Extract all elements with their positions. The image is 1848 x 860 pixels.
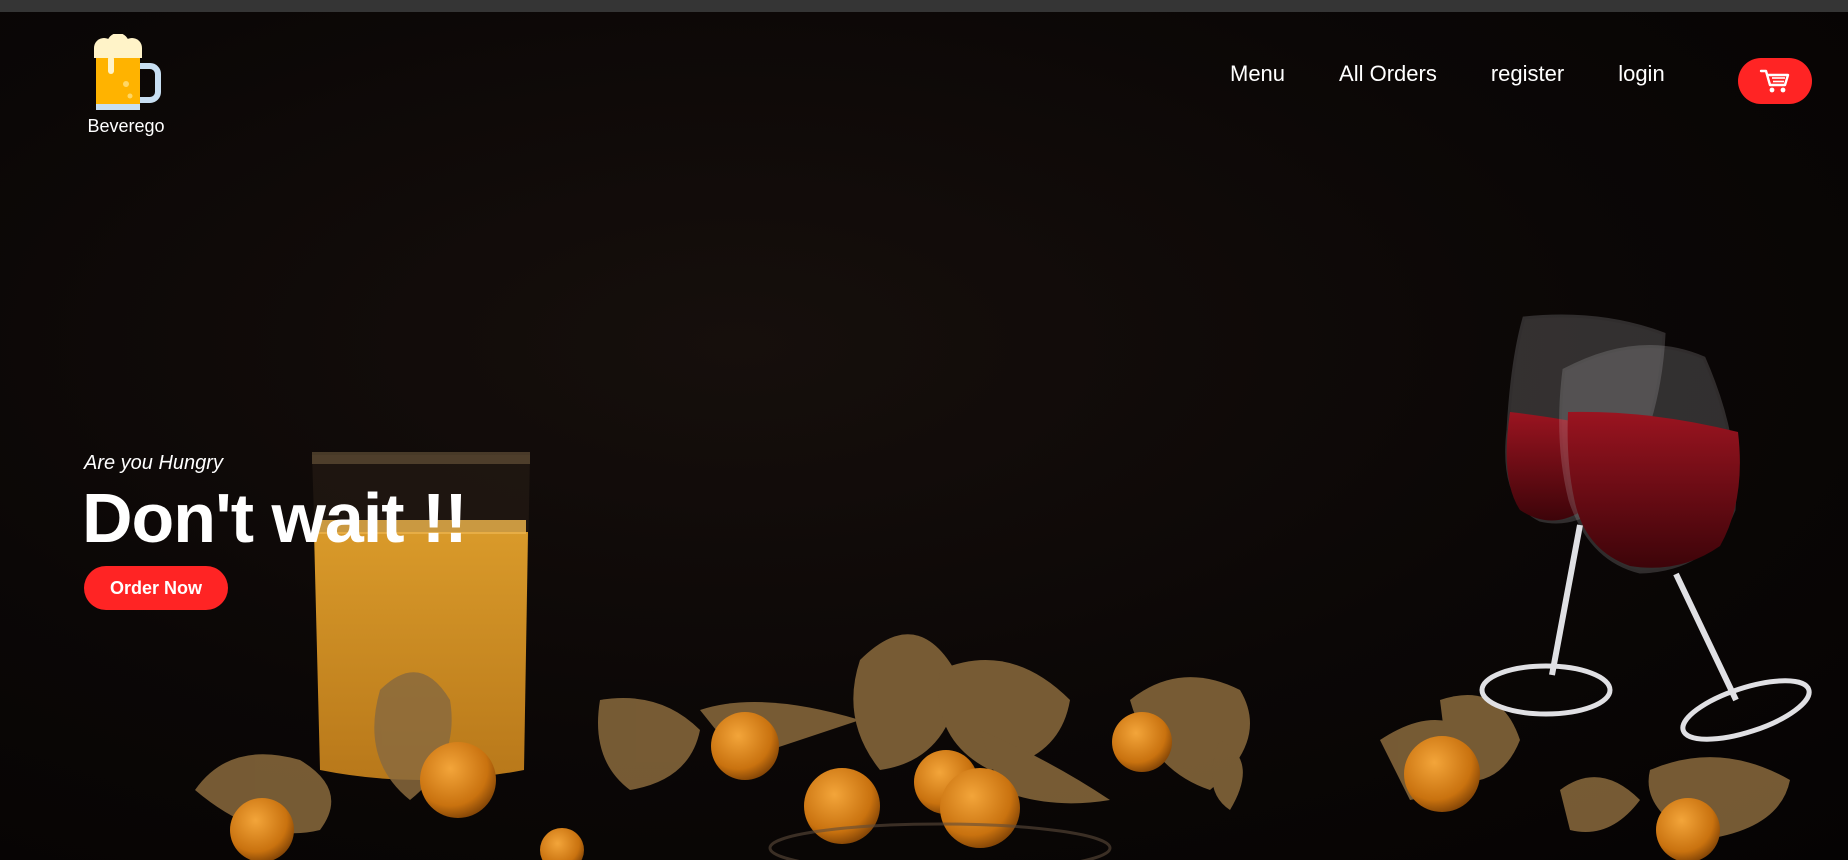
physalis-berries — [230, 712, 1720, 860]
landing-page: Beverego Menu All Orders register login … — [0, 0, 1848, 860]
nav-item-register[interactable]: register — [1491, 61, 1564, 87]
nav-item-menu[interactable]: Menu — [1230, 61, 1285, 87]
physalis-husks — [195, 634, 1790, 840]
cart-button[interactable] — [1738, 58, 1812, 104]
nav-item-login[interactable]: login — [1618, 61, 1664, 87]
order-now-button[interactable]: Order Now — [84, 566, 228, 610]
main-nav: Menu All Orders register login — [1230, 58, 1719, 90]
brand-name: Beverego — [87, 116, 165, 136]
browser-top-bar — [0, 0, 1848, 12]
shopping-cart-icon — [1759, 69, 1790, 93]
beer-mug-icon — [94, 34, 161, 110]
hero-title: Don't wait !! — [82, 479, 468, 557]
nav-item-all-orders[interactable]: All Orders — [1339, 61, 1437, 87]
wine-glasses — [1479, 314, 1812, 742]
brand-logo[interactable]: Beverego — [80, 34, 172, 138]
hero-background-image — [195, 314, 1812, 860]
hero-subtitle: Are you Hungry — [84, 452, 223, 474]
